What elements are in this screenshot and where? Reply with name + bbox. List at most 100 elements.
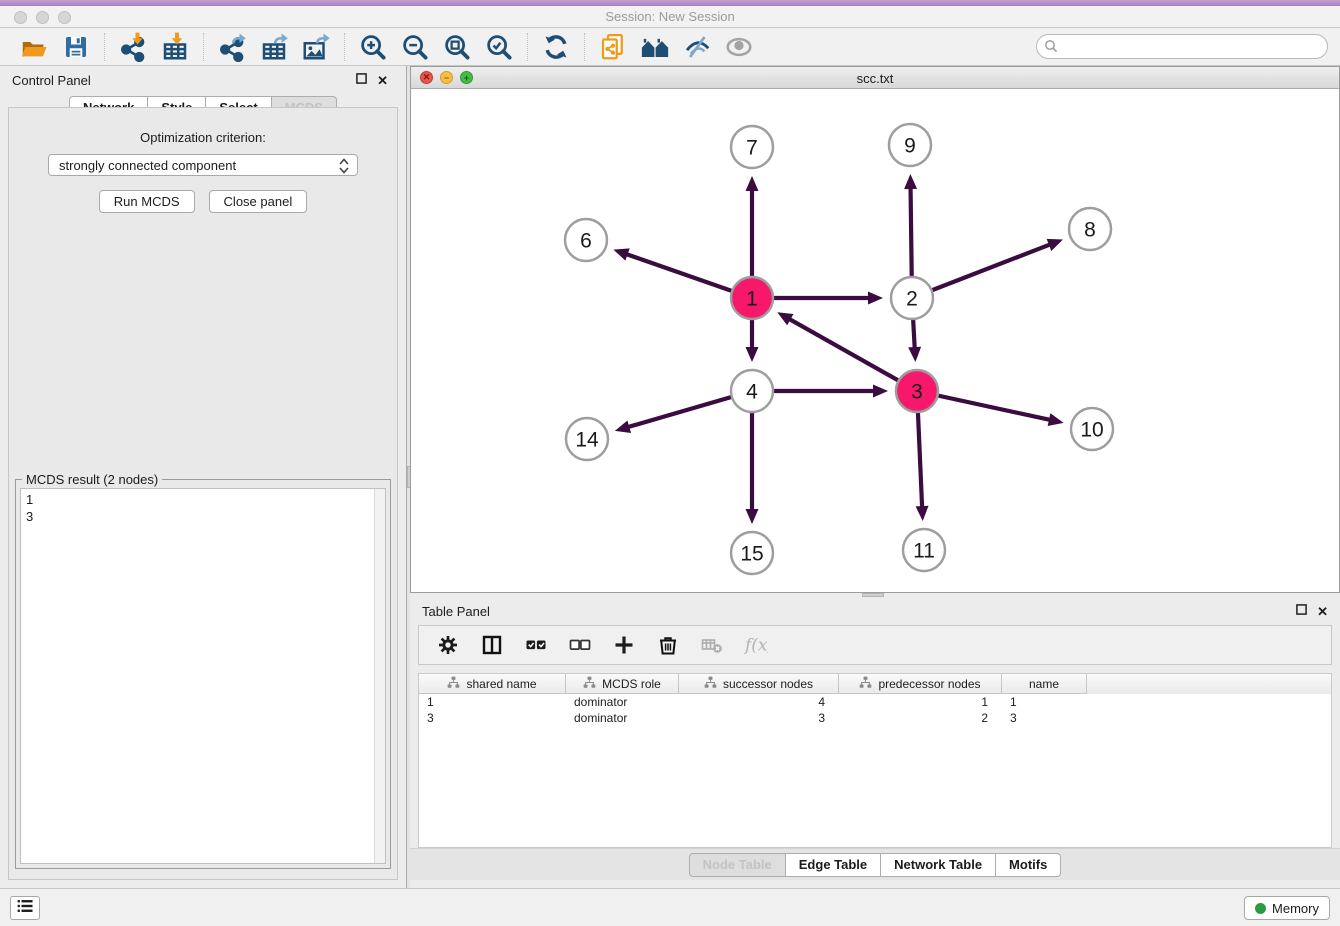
hierarchy-icon [704, 676, 717, 692]
hierarchy-icon [447, 676, 460, 692]
table-cell[interactable]: 3 [679, 710, 839, 726]
mcds-result-group: MCDS result (2 nodes) 1 3 [15, 479, 391, 869]
hide-graphics-details-icon[interactable] [681, 31, 713, 63]
export-network-icon[interactable] [216, 31, 248, 63]
unselect-all-icon[interactable] [567, 632, 593, 658]
edge-2-8[interactable] [912, 244, 1051, 298]
node-label-7: 7 [746, 137, 758, 160]
column-header-successor-nodes[interactable]: successor nodes [679, 674, 839, 694]
run-mcds-button[interactable]: Run MCDS [99, 190, 195, 213]
split-columns-icon[interactable] [479, 632, 505, 658]
table-panel: Table Panel ✕ f(x) shared nameMCDS roles… [410, 597, 1340, 888]
float-panel-icon[interactable] [356, 72, 367, 88]
status-bar: Memory [0, 888, 1340, 926]
task-history-button[interactable] [10, 896, 40, 920]
network-title: scc.txt [411, 71, 1339, 86]
optimization-criterion-label: Optimization criterion: [9, 130, 397, 145]
zoom-out-icon[interactable] [399, 31, 431, 63]
gear-icon[interactable] [435, 632, 461, 658]
show-graphics-details-icon [723, 31, 755, 63]
selected-option: strongly connected component [59, 158, 236, 173]
search-input[interactable] [1036, 34, 1328, 59]
table-cell[interactable]: 3 [419, 710, 566, 726]
edge-arrowhead [615, 420, 631, 432]
add-column-icon[interactable] [611, 632, 637, 658]
mcds-panel: Optimization criterion: strongly connect… [8, 107, 398, 880]
zoom-fit-icon[interactable] [441, 31, 473, 63]
zoom-selected-icon[interactable] [483, 31, 515, 63]
mcds-result-text[interactable]: 1 3 [20, 488, 386, 864]
memory-label: Memory [1272, 901, 1319, 916]
network-window-titlebar[interactable]: ✕ − + scc.txt [411, 67, 1339, 89]
table-cell[interactable]: 2 [839, 710, 1002, 726]
import-table-icon[interactable] [159, 31, 191, 63]
table-cell[interactable]: 1 [839, 694, 1002, 710]
network-from-selection-icon[interactable] [597, 31, 629, 63]
network-view-window: ✕ − + scc.txt 1234678910111415 [410, 66, 1340, 593]
close-panel-icon[interactable]: ✕ [377, 74, 388, 87]
delete-column-icon[interactable] [655, 632, 681, 658]
table-cell[interactable]: dominator [566, 710, 679, 726]
node-label-15: 15 [740, 543, 763, 566]
edge-arrowhead [873, 385, 888, 398]
node-label-6: 6 [580, 230, 592, 253]
close-panel-button[interactable]: Close panel [209, 190, 308, 213]
column-header-MCDS-role[interactable]: MCDS role [566, 674, 679, 694]
close-panel-icon[interactable]: ✕ [1317, 605, 1328, 618]
column-header-name[interactable]: name [1002, 674, 1087, 694]
export-table-icon[interactable] [258, 31, 290, 63]
edge-arrowhead [904, 174, 917, 189]
memory-status-icon [1255, 903, 1266, 914]
optimization-criterion-select[interactable]: strongly connected component [48, 154, 358, 176]
table-cell[interactable]: 3 [1002, 710, 1087, 726]
table-cell[interactable]: 1 [1002, 694, 1087, 710]
node-label-2: 2 [906, 288, 918, 311]
node-label-14: 14 [575, 429, 599, 452]
edge-arrowhead [916, 506, 929, 521]
search-box [1036, 34, 1328, 59]
search-icon [1044, 39, 1058, 58]
table-row: 3dominator323 [419, 710, 1331, 726]
table-toolbar: f(x) [418, 625, 1332, 665]
node-label-1: 1 [746, 288, 758, 311]
control-panel: Control Panel ✕ NetworkStyleSelectMCDS O… [0, 66, 406, 888]
table-cell[interactable]: 4 [679, 694, 839, 710]
result-scrollbar[interactable] [374, 489, 385, 863]
delete-table-icon [699, 632, 725, 658]
column-header-shared-name[interactable]: shared name [419, 674, 566, 694]
control-panel-title: Control Panel [12, 73, 91, 88]
edge-arrowhead [868, 292, 883, 305]
table-cell[interactable]: dominator [566, 694, 679, 710]
application-window: Session: New Session Control Panel ✕ Net… [0, 0, 1340, 926]
app-titlebar: Session: New Session [0, 0, 1340, 28]
tab-motifs[interactable]: Motifs [996, 853, 1061, 877]
table-panel-title: Table Panel [422, 604, 490, 619]
function-builder-icon: f(x) [743, 632, 769, 658]
edge-arrowhead [1048, 413, 1064, 426]
node-label-11: 11 [913, 540, 935, 563]
float-panel-icon[interactable] [1296, 603, 1307, 619]
table-cell[interactable]: 1 [419, 694, 566, 710]
node-label-9: 9 [904, 135, 916, 158]
tab-node-table[interactable]: Node Table [689, 853, 786, 877]
select-all-icon[interactable] [523, 632, 549, 658]
edge-arrowhead [1047, 239, 1063, 251]
export-image-icon[interactable] [300, 31, 332, 63]
save-session-icon[interactable] [60, 31, 92, 63]
main-toolbar [0, 28, 1340, 66]
houses-icon[interactable] [639, 31, 671, 63]
table-tabs-strip: Node TableEdge TableNetwork TableMotifs [410, 848, 1340, 880]
edge-arrowhead [746, 347, 759, 362]
node-table: shared nameMCDS rolesuccessor nodesprede… [418, 673, 1332, 848]
open-session-icon[interactable] [18, 31, 50, 63]
apply-layout-icon[interactable] [540, 31, 572, 63]
memory-button[interactable]: Memory [1244, 896, 1330, 920]
tab-edge-table[interactable]: Edge Table [786, 853, 881, 877]
column-header-predecessor-nodes[interactable]: predecessor nodes [839, 674, 1002, 694]
network-canvas[interactable]: 1234678910111415 [411, 89, 1339, 592]
zoom-in-icon[interactable] [357, 31, 389, 63]
tab-network-table[interactable]: Network Table [881, 853, 996, 877]
node-label-10: 10 [1080, 419, 1103, 442]
import-network-icon[interactable] [117, 31, 149, 63]
edge-arrowhead [613, 248, 629, 260]
